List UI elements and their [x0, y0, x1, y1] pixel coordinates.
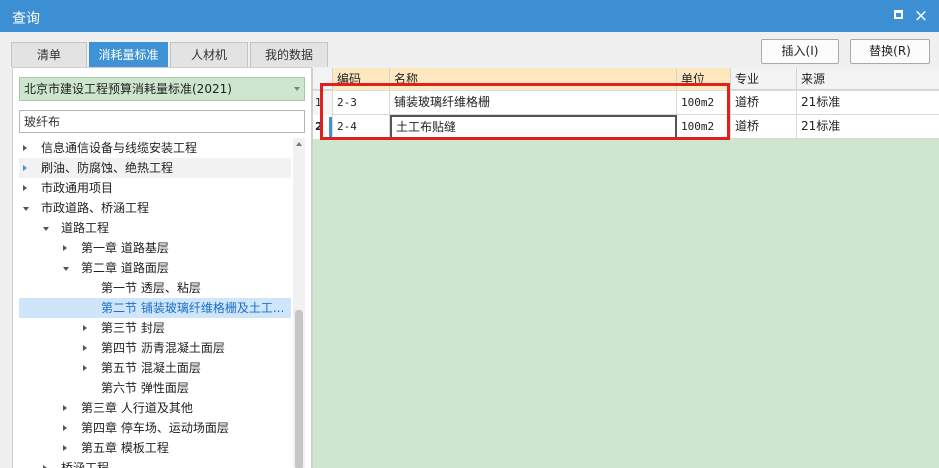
tab-list[interactable]: 清单	[11, 42, 87, 67]
chevron-down-icon	[294, 87, 300, 91]
tree-item[interactable]: 第六节 弹性面层	[19, 378, 291, 398]
cell-name-active[interactable]: 土工布贴缝	[390, 115, 677, 139]
grid-header: 编码 名称 单位 专业 来源	[313, 68, 939, 90]
tree-item[interactable]: 第三章 人行道及其他	[19, 398, 291, 418]
chevron-down-icon[interactable]	[63, 267, 69, 271]
tree-item-label: 第五节 混凝土面层	[101, 361, 201, 375]
tree-item[interactable]: 市政道路、桥涵工程	[19, 198, 291, 218]
tree-item-label: 第二章 道路面层	[81, 261, 169, 275]
chevron-right-icon[interactable]	[63, 245, 67, 251]
replace-button[interactable]: 替换(R)	[850, 39, 930, 64]
chevron-right-icon[interactable]	[63, 425, 67, 431]
tree-item-label: 第二节 铺装玻璃纤维格栅及土工...	[101, 301, 285, 315]
chevron-right-icon[interactable]	[83, 365, 87, 371]
tree-item-label: 第四章 停车场、运动场面层	[81, 421, 229, 435]
tree-item-label: 信息通信设备与线缆安装工程	[41, 141, 198, 155]
cell-unit[interactable]: 100m2	[677, 115, 731, 139]
row-number: 2	[313, 115, 333, 139]
chevron-right-icon[interactable]	[83, 325, 87, 331]
tree-item[interactable]: 第二节 铺装玻璃纤维格栅及土工...	[19, 298, 291, 318]
title-bar: 查询 ×	[0, 0, 939, 32]
tree-item[interactable]: 市政通用项目	[19, 178, 291, 198]
tree-item[interactable]: 刷油、防腐蚀、绝热工程	[19, 158, 291, 178]
tree-item[interactable]: 第五节 混凝土面层	[19, 358, 291, 378]
tree-item-label: 市政通用项目	[41, 181, 114, 195]
cell-source[interactable]: 21标准	[797, 91, 939, 115]
search-input[interactable]	[19, 110, 305, 133]
tree-item[interactable]: 桥涵工程	[19, 458, 291, 468]
tree-item[interactable]: 第一节 透层、粘层	[19, 278, 291, 298]
standard-select[interactable]: 北京市建设工程预算消耗量标准(2021)	[19, 77, 305, 101]
scrollbar-thumb[interactable]	[295, 310, 303, 468]
cell-major[interactable]: 道桥	[731, 91, 797, 115]
tree-item[interactable]: 道路工程	[19, 218, 291, 238]
tree-item-label: 刷油、防腐蚀、绝热工程	[41, 161, 174, 175]
standard-select-value: 北京市建设工程预算消耗量标准(2021)	[24, 82, 232, 96]
chevron-down-icon[interactable]	[43, 227, 49, 231]
tree-item[interactable]: 第三节 封层	[19, 318, 291, 338]
table-row[interactable]: 1 2-3 铺装玻璃纤维格栅 100m2 道桥 21标准	[313, 91, 939, 115]
window-title: 查询	[12, 11, 40, 27]
close-button[interactable]: ×	[912, 7, 930, 25]
tree-item-label: 道路工程	[61, 221, 110, 235]
current-row-marker	[329, 117, 332, 137]
tree-item[interactable]: 第四章 停车场、运动场面层	[19, 418, 291, 438]
tree-scrollbar[interactable]	[293, 138, 305, 468]
cell-name[interactable]: 铺装玻璃纤维格栅	[390, 91, 677, 115]
insert-button[interactable]: 插入(I)	[761, 39, 839, 64]
tab-consumption-standard[interactable]: 消耗量标准	[89, 42, 168, 67]
chevron-right-icon[interactable]	[23, 145, 27, 151]
cell-source[interactable]: 21标准	[797, 115, 939, 139]
results-grid: 编码 名称 单位 专业 来源 1 2-3 铺装玻璃纤维格栅 100m2 道桥 2…	[312, 68, 939, 468]
maximize-button[interactable]	[889, 7, 907, 25]
tree-item-label: 第三节 封层	[101, 321, 165, 335]
row-number-text: 2	[315, 120, 323, 133]
chevron-right-icon[interactable]	[23, 165, 27, 171]
cell-unit[interactable]: 100m2	[677, 91, 731, 115]
tab-labor-material-machine[interactable]: 人材机	[170, 42, 248, 67]
cell-code[interactable]: 2-3	[333, 91, 390, 115]
header-unit[interactable]: 单位	[677, 68, 731, 90]
tree-item[interactable]: 第一章 道路基层	[19, 238, 291, 258]
tree-item[interactable]: 信息通信设备与线缆安装工程	[19, 138, 291, 158]
row-number: 1	[313, 91, 333, 115]
tree-item-label: 第一章 道路基层	[81, 241, 169, 255]
tree-item[interactable]: 第二章 道路面层	[19, 258, 291, 278]
left-panel: 北京市建设工程预算消耗量标准(2021) 信息通信设备与线缆安装工程刷油、防腐蚀…	[12, 67, 312, 468]
header-code[interactable]: 编码	[333, 68, 390, 90]
tree-item[interactable]: 第五章 模板工程	[19, 438, 291, 458]
tree-item[interactable]: 第四节 沥青混凝土面层	[19, 338, 291, 358]
chevron-down-icon[interactable]	[23, 207, 29, 211]
chevron-right-icon[interactable]	[63, 405, 67, 411]
cell-major[interactable]: 道桥	[731, 115, 797, 139]
chevron-right-icon[interactable]	[23, 185, 27, 191]
scroll-up-icon[interactable]	[296, 142, 302, 146]
tree-item-label: 市政道路、桥涵工程	[41, 201, 150, 215]
tree-item-label: 第一节 透层、粘层	[101, 281, 201, 295]
header-source[interactable]: 来源	[797, 68, 939, 90]
header-name[interactable]: 名称	[390, 68, 677, 90]
tree-item-label: 第三章 人行道及其他	[81, 401, 193, 415]
chapter-tree: 信息通信设备与线缆安装工程 刷油、防腐蚀、绝热工程 市政通用项目市政道路、桥涵工程道…	[19, 138, 291, 468]
header-rownum	[313, 68, 333, 90]
tree-item-label: 第四节 沥青混凝土面层	[101, 341, 225, 355]
tree-item-label: 第五章 模板工程	[81, 441, 169, 455]
table-row[interactable]: 2 2-4 土工布贴缝 100m2 道桥 21标准	[313, 115, 939, 139]
chevron-right-icon[interactable]	[63, 445, 67, 451]
cell-code[interactable]: 2-4	[333, 115, 390, 139]
tab-my-data[interactable]: 我的数据	[250, 42, 328, 67]
header-major[interactable]: 专业	[731, 68, 797, 90]
maximize-icon	[893, 10, 903, 19]
tree-item-label: 桥涵工程	[61, 461, 110, 468]
tree-item-label: 第六节 弹性面层	[101, 381, 189, 395]
chevron-right-icon[interactable]	[83, 345, 87, 351]
